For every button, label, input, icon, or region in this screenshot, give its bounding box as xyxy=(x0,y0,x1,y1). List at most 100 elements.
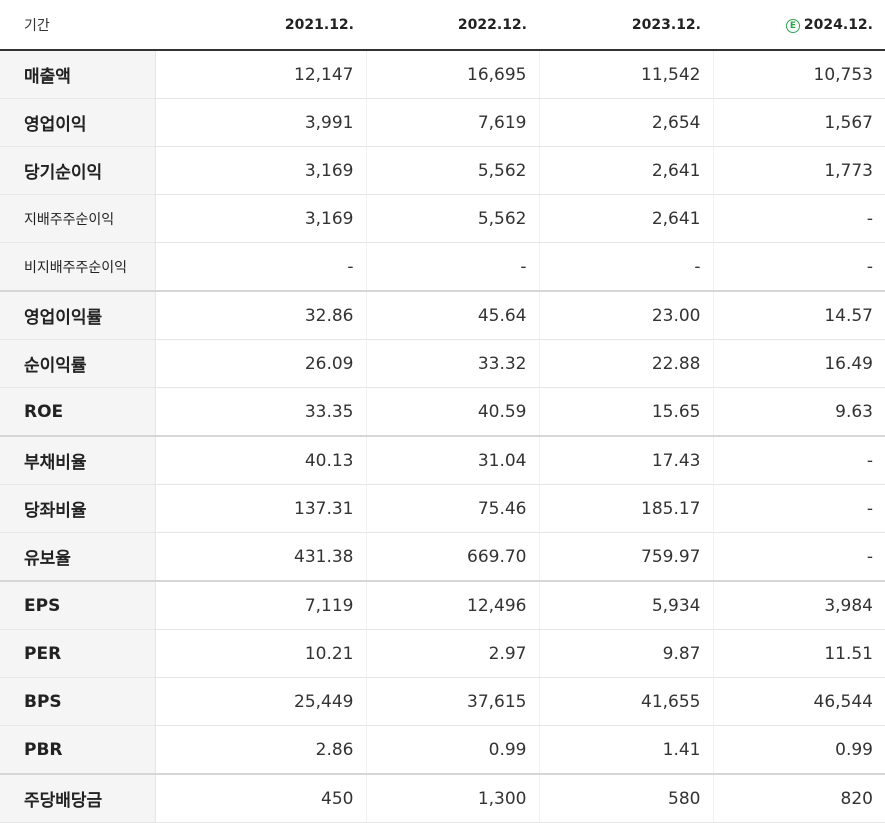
table-cell: 40.59 xyxy=(365,387,539,437)
table-cell: 2,641 xyxy=(538,146,713,195)
table-cell: 669.70 xyxy=(365,532,539,582)
table-cell: - xyxy=(712,532,885,582)
table-cell: 3,169 xyxy=(154,194,366,243)
table-cell: 431.38 xyxy=(154,532,366,582)
financial-summary-table: 기간 2021.12. 2022.12. 2023.12. E 2024.12. … xyxy=(0,0,885,823)
table-cell: - xyxy=(712,194,885,243)
table-cell: 5,562 xyxy=(365,194,539,243)
table-cell: 10,753 xyxy=(712,50,885,99)
table-row: PER 10.21 2.97 9.87 11.51 xyxy=(0,629,885,678)
table-body: 매출액 12,147 16,695 11,542 10,753 영업이익 3,9… xyxy=(0,50,885,823)
table-cell: - xyxy=(712,435,885,485)
table-row: EPS 7,119 12,496 5,934 3,984 xyxy=(0,580,885,630)
table-cell: - xyxy=(365,242,539,292)
table-cell: 1.41 xyxy=(538,725,713,775)
table-cell: 2.97 xyxy=(365,629,539,678)
table-cell: 0.99 xyxy=(712,725,885,775)
table-cell: 11,542 xyxy=(538,50,713,99)
table-row: 매출액 12,147 16,695 11,542 10,753 xyxy=(0,50,885,99)
table-cell: 1,567 xyxy=(712,98,885,147)
table-cell: 185.17 xyxy=(538,484,713,533)
table-cell: 75.46 xyxy=(365,484,539,533)
row-label-eps: EPS xyxy=(0,580,156,630)
table-cell: 2,654 xyxy=(538,98,713,147)
table-cell: 46,544 xyxy=(712,677,885,726)
row-label-debt-ratio: 부채비율 xyxy=(0,435,156,485)
table-cell: 37,615 xyxy=(365,677,539,726)
table-cell: 450 xyxy=(154,773,366,823)
estimate-badge-icon: E xyxy=(785,18,800,33)
table-cell: 580 xyxy=(538,773,713,823)
table-cell: 26.09 xyxy=(154,339,366,388)
table-cell: 2.86 xyxy=(154,725,366,775)
table-cell: 45.64 xyxy=(365,290,539,340)
period-header-2024-text: 2024.12. xyxy=(803,16,873,33)
table-row: 지배주주순이익 3,169 5,562 2,641 - xyxy=(0,194,885,243)
table-cell: 31.04 xyxy=(365,435,539,485)
table-cell: 5,934 xyxy=(538,580,713,630)
table-cell: 2,641 xyxy=(538,194,713,243)
table-row: PBR 2.86 0.99 1.41 0.99 xyxy=(0,725,885,775)
table-cell: 11.51 xyxy=(712,629,885,678)
table-row: 순이익률 26.09 33.32 22.88 16.49 xyxy=(0,339,885,388)
row-label-net-income: 당기순이익 xyxy=(0,146,156,195)
table-cell: 0.99 xyxy=(365,725,539,775)
row-label-operating-profit: 영업이익 xyxy=(0,98,156,147)
row-label-noncontrolling-net-income: 비지배주주순이익 xyxy=(0,242,156,292)
table-cell: 22.88 xyxy=(538,339,713,388)
header-row: 기간 2021.12. 2022.12. 2023.12. E 2024.12. xyxy=(0,0,885,51)
table-cell: 17.43 xyxy=(538,435,713,485)
table-cell: 1,773 xyxy=(712,146,885,195)
row-label-net-margin: 순이익률 xyxy=(0,339,156,388)
table-cell: 33.32 xyxy=(365,339,539,388)
table-cell: 12,496 xyxy=(365,580,539,630)
table-cell: 3,169 xyxy=(154,146,366,195)
table-cell: 137.31 xyxy=(154,484,366,533)
table-row: 비지배주주순이익 - - - - xyxy=(0,242,885,292)
period-header-2023: 2023.12. xyxy=(539,0,713,51)
row-label-revenue: 매출액 xyxy=(0,50,156,99)
table-cell: 16.49 xyxy=(712,339,885,388)
period-label-header: 기간 xyxy=(0,0,155,51)
table-cell: 7,619 xyxy=(365,98,539,147)
table-cell: 5,562 xyxy=(365,146,539,195)
table-cell: 7,119 xyxy=(154,580,366,630)
table-cell: 3,991 xyxy=(154,98,366,147)
table-row: ROE 33.35 40.59 15.65 9.63 xyxy=(0,387,885,437)
table-cell: 3,984 xyxy=(712,580,885,630)
table-cell: 759.97 xyxy=(538,532,713,582)
row-label-controlling-net-income: 지배주주순이익 xyxy=(0,194,156,243)
table-cell: 9.87 xyxy=(538,629,713,678)
table-cell: 820 xyxy=(712,773,885,823)
table-row: BPS 25,449 37,615 41,655 46,544 xyxy=(0,677,885,726)
table-cell: - xyxy=(154,242,366,292)
table-cell: 32.86 xyxy=(154,290,366,340)
table-row: 당좌비율 137.31 75.46 185.17 - xyxy=(0,484,885,533)
table-cell: 10.21 xyxy=(154,629,366,678)
row-label-quick-ratio: 당좌비율 xyxy=(0,484,156,533)
table-cell: - xyxy=(538,242,713,292)
row-label-per: PER xyxy=(0,629,156,678)
table-row: 영업이익 3,991 7,619 2,654 1,567 xyxy=(0,98,885,147)
table-row: 당기순이익 3,169 5,562 2,641 1,773 xyxy=(0,146,885,195)
table-header: 기간 2021.12. 2022.12. 2023.12. E 2024.12. xyxy=(0,0,885,51)
row-label-roe: ROE xyxy=(0,387,156,437)
table-cell: 14.57 xyxy=(712,290,885,340)
row-label-reserve-ratio: 유보율 xyxy=(0,532,156,582)
table-cell: 41,655 xyxy=(538,677,713,726)
row-label-dividend-per-share: 주당배당금 xyxy=(0,773,156,823)
period-header-2024: E 2024.12. xyxy=(713,0,885,51)
table-cell: 16,695 xyxy=(365,50,539,99)
table-cell: 25,449 xyxy=(154,677,366,726)
table-cell: 9.63 xyxy=(712,387,885,437)
table-row: 영업이익률 32.86 45.64 23.00 14.57 xyxy=(0,290,885,340)
table-row: 부채비율 40.13 31.04 17.43 - xyxy=(0,435,885,485)
table-cell: 23.00 xyxy=(538,290,713,340)
table-cell: - xyxy=(712,484,885,533)
table-cell: 1,300 xyxy=(365,773,539,823)
period-header-2022: 2022.12. xyxy=(366,0,539,51)
table-cell: 12,147 xyxy=(154,50,366,99)
table-cell: 33.35 xyxy=(154,387,366,437)
period-header-2021: 2021.12. xyxy=(155,0,366,51)
row-label-operating-margin: 영업이익률 xyxy=(0,290,156,340)
